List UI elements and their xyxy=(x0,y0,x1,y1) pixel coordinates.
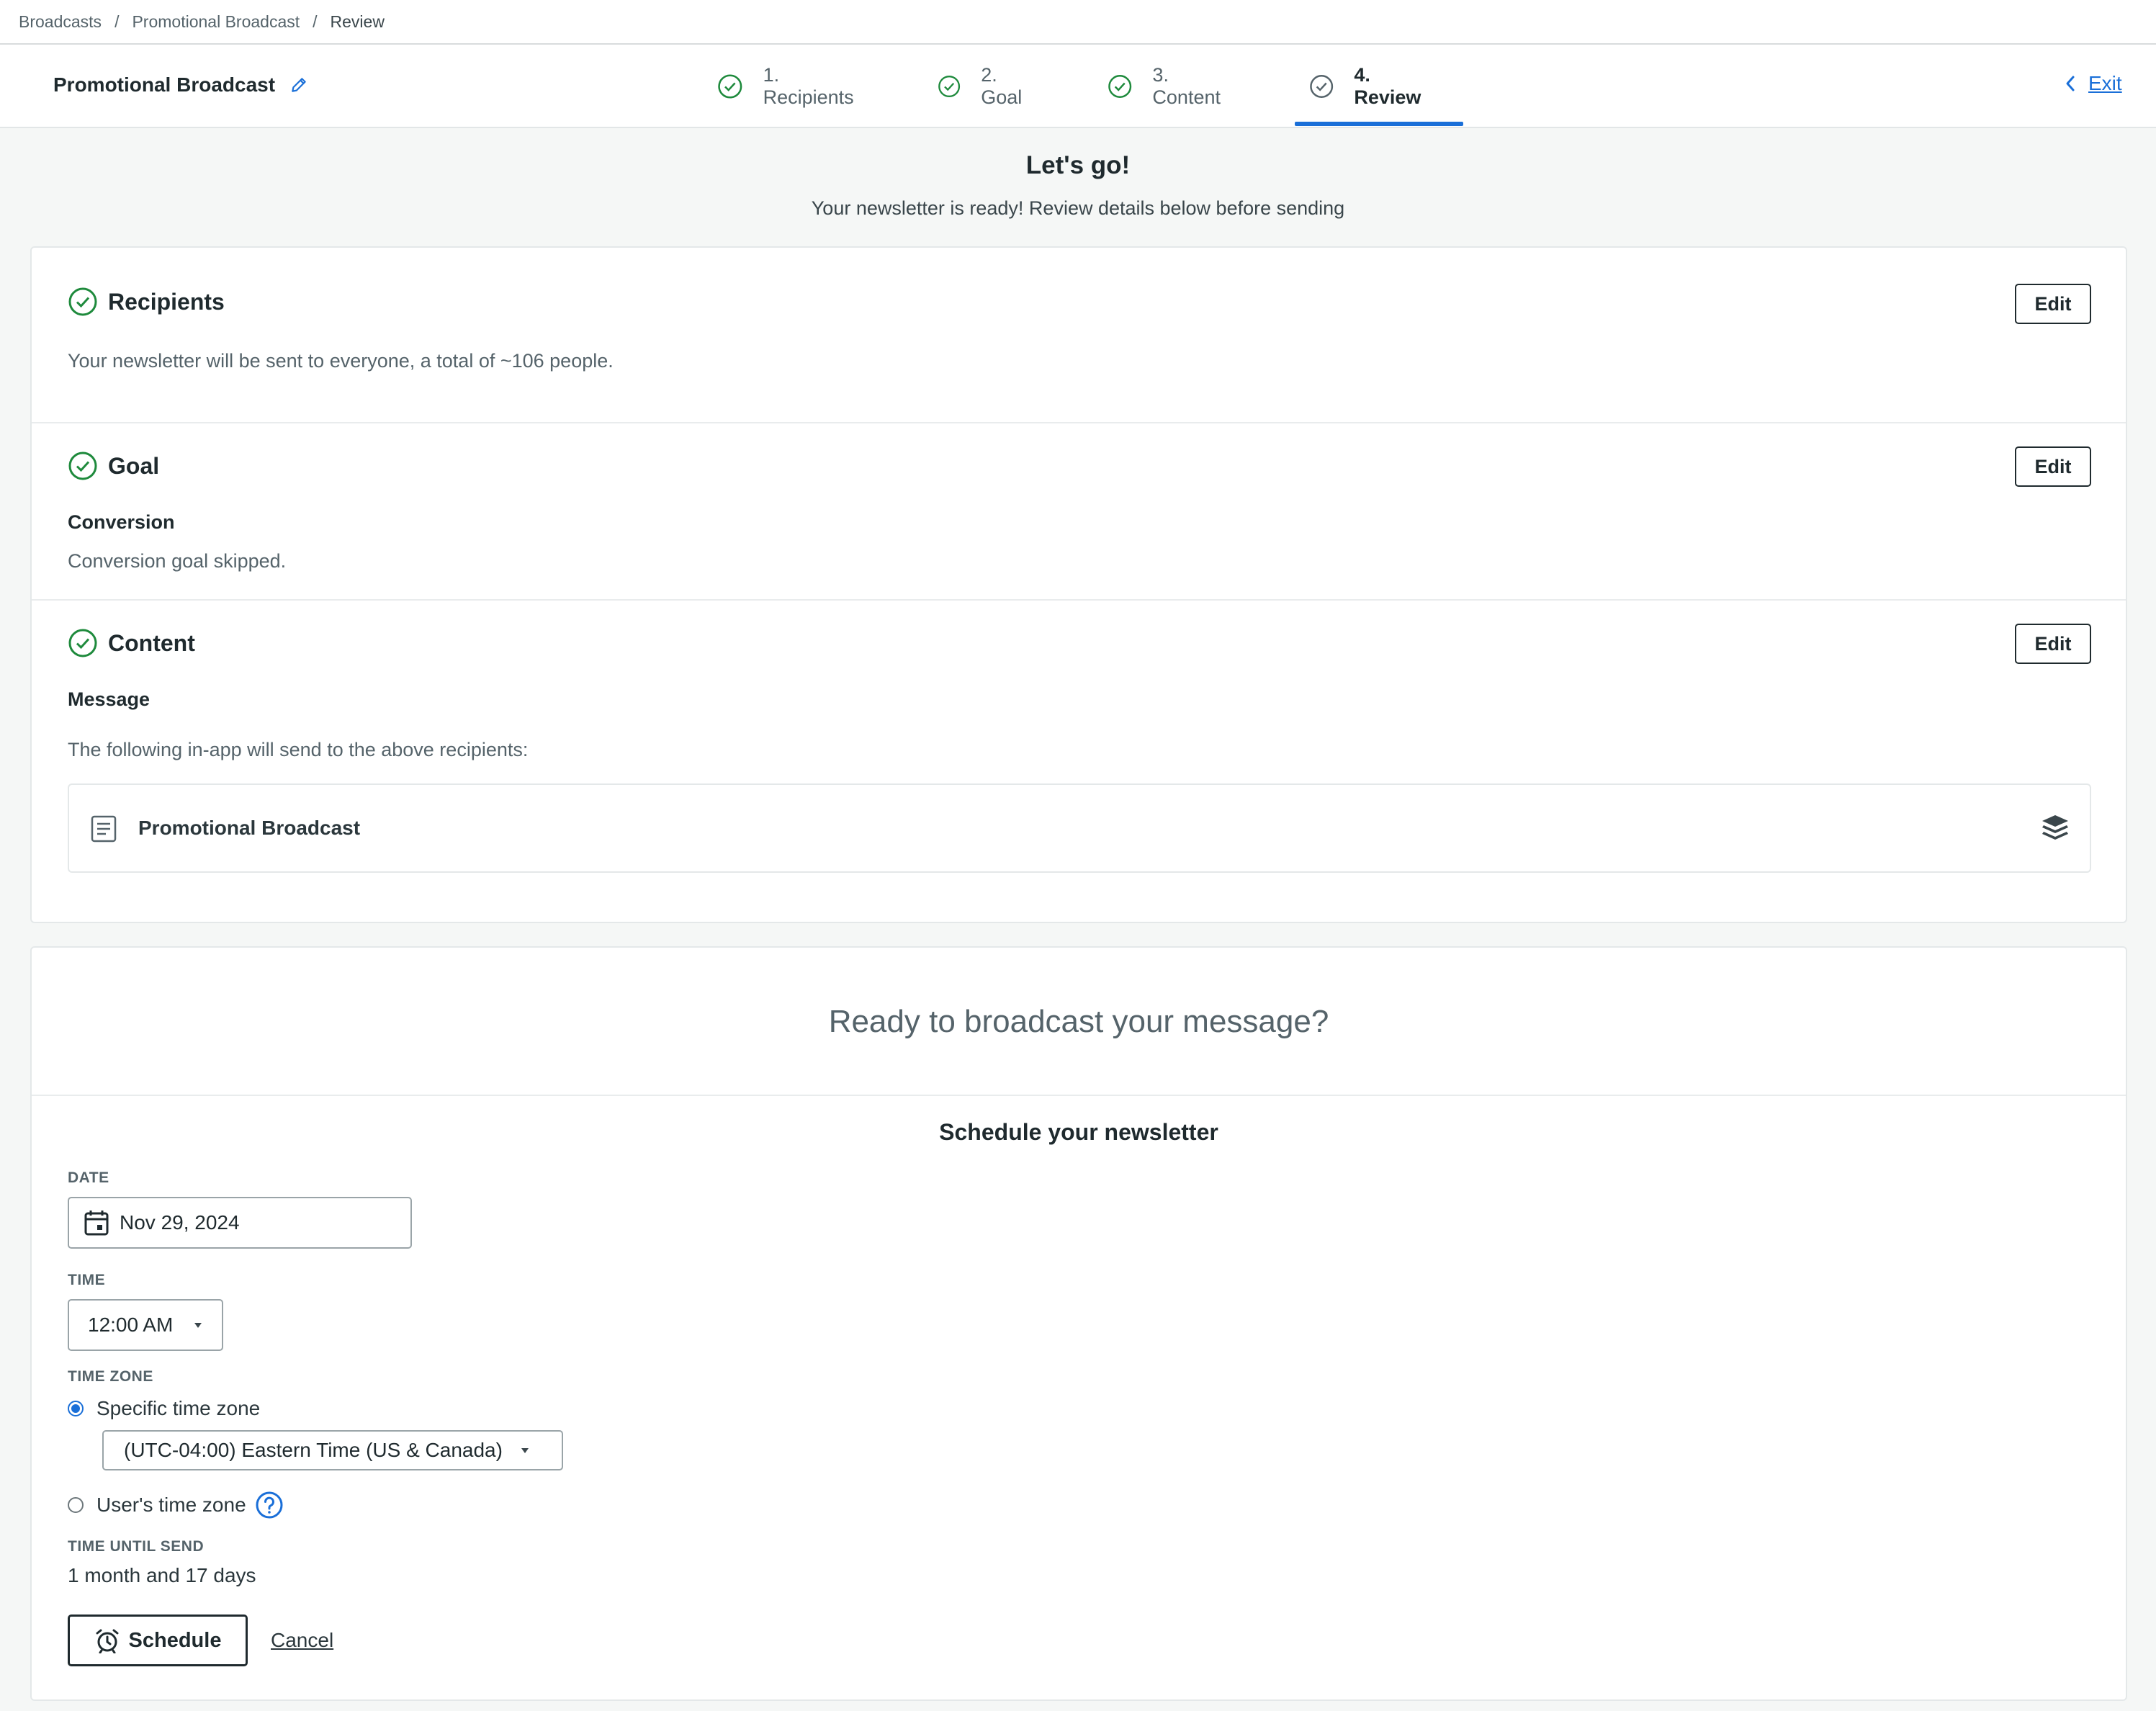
breadcrumb-promotional-broadcast[interactable]: Promotional Broadcast xyxy=(132,12,300,32)
broadcast-title: Promotional Broadcast xyxy=(53,73,308,96)
breadcrumb-review: Review xyxy=(330,12,385,31)
edit-content-button[interactable]: Edit xyxy=(2015,624,2091,664)
message-item[interactable]: Promotional Broadcast xyxy=(68,783,2091,873)
alarm-clock-icon xyxy=(96,1629,119,1653)
recipients-title: Recipients xyxy=(108,288,225,315)
recipients-description: Your newsletter will be sent to everyone… xyxy=(68,350,614,372)
timezone-select[interactable]: (UTC-04:00) Eastern Time (US & Canada) xyxy=(102,1430,563,1470)
check-circle-icon xyxy=(718,74,742,99)
ready-text: Ready to broadcast your message? xyxy=(828,1004,1329,1039)
exit-label: Exit xyxy=(2088,72,2122,94)
step-label: 4. Review xyxy=(1354,64,1421,108)
goal-section: Goal Edit Conversion Conversion goal ski… xyxy=(32,423,2126,601)
pencil-icon[interactable] xyxy=(289,76,308,94)
review-card: Recipients Edit Your newsletter will be … xyxy=(30,246,2127,923)
date-label: DATE xyxy=(68,1169,109,1186)
content-description: The following in-app will send to the ab… xyxy=(68,739,529,760)
document-icon xyxy=(91,815,117,843)
goal-description: Conversion goal skipped. xyxy=(68,550,287,572)
radio-selected[interactable] xyxy=(68,1401,84,1416)
content-heading: Content xyxy=(68,628,195,658)
goal-subheading: Conversion xyxy=(68,511,175,533)
timezone-value: (UTC-04:00) Eastern Time (US & Canada) xyxy=(124,1439,503,1461)
step-recipients[interactable]: 1. Recipients xyxy=(717,45,858,128)
timezone-label: TIME ZONE xyxy=(68,1368,153,1385)
schedule-card: Ready to broadcast your message? Schedul… xyxy=(30,946,2127,1701)
check-circle-icon xyxy=(68,452,97,480)
content-subheading: Message xyxy=(68,688,151,710)
check-circle-icon xyxy=(938,76,961,97)
step-label: 2. Goal xyxy=(981,64,1023,108)
active-step-indicator xyxy=(1295,122,1463,126)
breadcrumb-broadcasts[interactable]: Broadcasts xyxy=(19,12,102,32)
schedule-title: Schedule your newsletter xyxy=(939,1119,1218,1145)
schedule-label: Schedule xyxy=(128,1628,222,1652)
goal-heading: Goal xyxy=(68,451,159,481)
goal-title: Goal xyxy=(108,452,160,479)
check-circle-icon xyxy=(1310,75,1334,98)
schedule-button[interactable]: Schedule xyxy=(68,1615,248,1666)
time-select[interactable]: 12:00 AM xyxy=(68,1299,223,1351)
calendar-icon xyxy=(84,1211,109,1236)
caret-down-icon xyxy=(521,1447,529,1453)
check-circle-icon xyxy=(1108,75,1132,98)
edit-recipients-button[interactable]: Edit xyxy=(2015,284,2091,324)
step-label: 1. Recipients xyxy=(763,64,854,108)
step-review[interactable]: 4. Review xyxy=(1309,45,1427,128)
specific-timezone-option[interactable]: Specific time zone xyxy=(68,1397,260,1420)
user-timezone-option[interactable]: User's time zone xyxy=(68,1491,284,1519)
exit-link[interactable]: Exit xyxy=(2064,72,2122,95)
wizard-header: Promotional Broadcast 1. Recipients 2. G… xyxy=(0,45,2156,128)
content-title: Content xyxy=(108,629,195,656)
radio-unselected[interactable] xyxy=(68,1497,84,1513)
time-until-label: TIME UNTIL SEND xyxy=(68,1538,205,1555)
cancel-link[interactable]: Cancel xyxy=(271,1629,333,1652)
time-label: TIME xyxy=(68,1272,106,1288)
page-subtitle: Your newsletter is ready! Review details… xyxy=(811,197,1345,219)
breadcrumb-separator: / xyxy=(313,12,318,31)
caret-down-icon xyxy=(194,1322,202,1328)
step-goal[interactable]: 2. Goal xyxy=(938,45,1029,128)
specific-timezone-label: Specific time zone xyxy=(96,1397,261,1419)
breadcrumb: Broadcasts / Promotional Broadcast / Rev… xyxy=(0,0,2156,45)
time-until-value: 1 month and 17 days xyxy=(68,1564,256,1586)
recipients-heading: Recipients xyxy=(68,287,225,317)
edit-goal-button[interactable]: Edit xyxy=(2015,446,2091,487)
ready-banner: Ready to broadcast your message? xyxy=(32,948,2126,1096)
broadcast-title-text: Promotional Broadcast xyxy=(53,73,276,96)
step-label: 3. Content xyxy=(1152,64,1221,108)
recipients-section: Recipients Edit Your newsletter will be … xyxy=(32,248,2126,423)
page-title: Let's go! xyxy=(1025,151,1131,179)
check-circle-icon xyxy=(68,629,97,657)
step-content[interactable]: 3. Content xyxy=(1108,45,1226,128)
layers-icon[interactable] xyxy=(2041,814,2070,844)
time-value: 12:00 AM xyxy=(88,1313,174,1336)
chevron-left-icon xyxy=(2066,76,2075,91)
date-value: Nov 29, 2024 xyxy=(120,1211,240,1234)
check-circle-icon xyxy=(68,287,97,316)
user-timezone-label: User's time zone xyxy=(96,1494,246,1516)
breadcrumb-separator: / xyxy=(114,12,120,31)
date-input[interactable]: Nov 29, 2024 xyxy=(68,1197,412,1249)
content-section: Content Edit Message The following in-ap… xyxy=(32,601,2126,923)
help-icon[interactable] xyxy=(255,1491,284,1519)
message-name: Promotional Broadcast xyxy=(138,817,361,839)
